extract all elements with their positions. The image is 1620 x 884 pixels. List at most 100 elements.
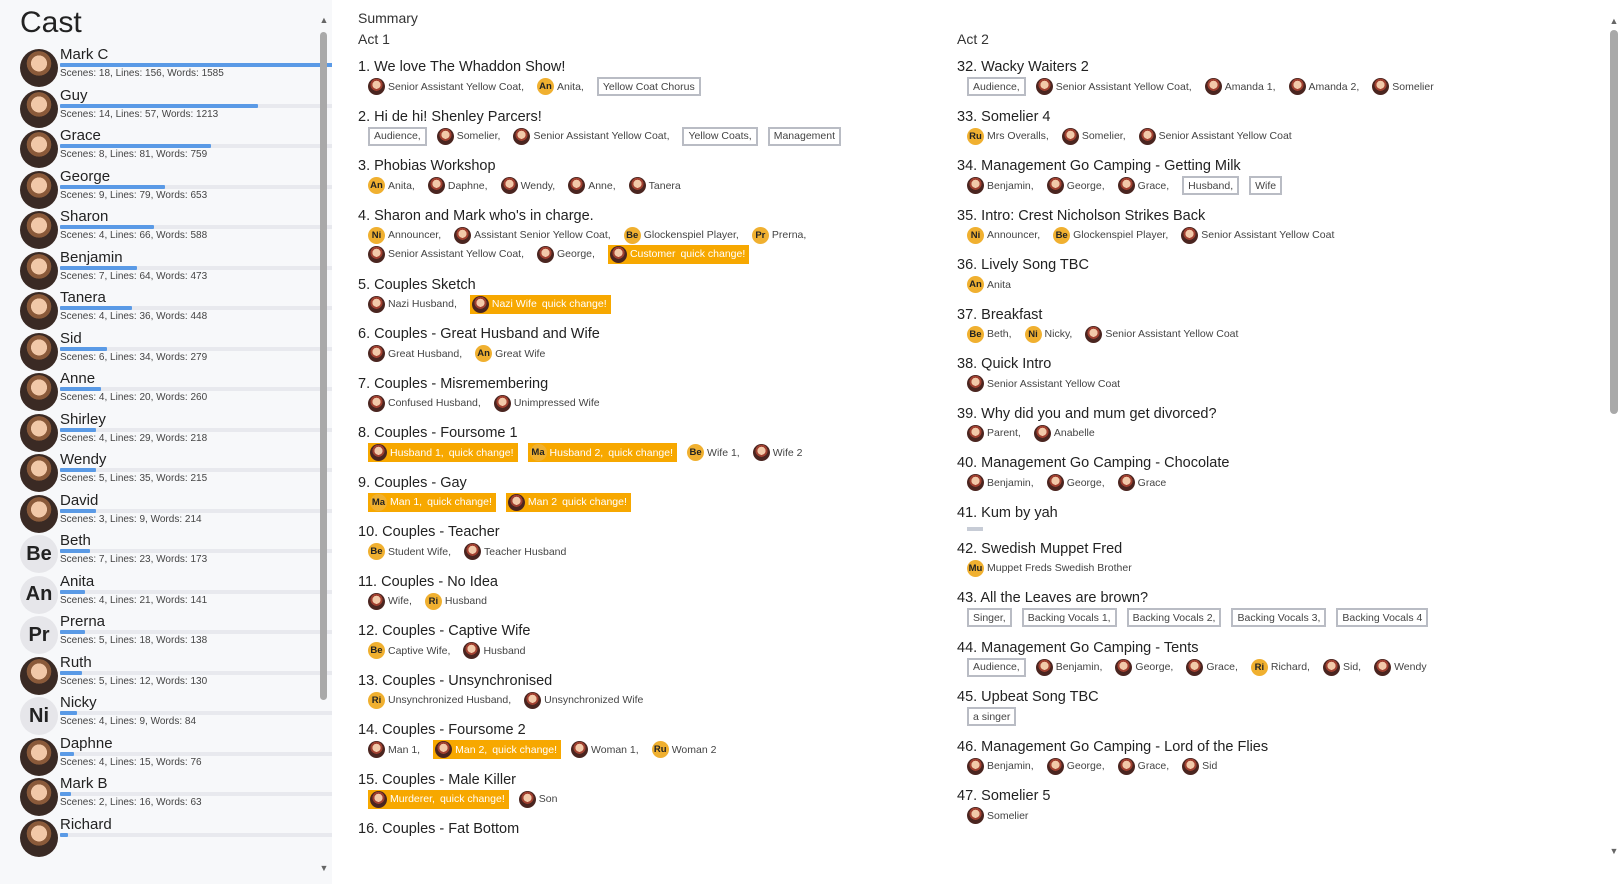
scene-title[interactable]: 5. Couples Sketch — [358, 277, 938, 293]
role-chip[interactable]: Ni Nicky, — [1024, 325, 1076, 344]
role-chip[interactable]: Mu Muppet Freds Swedish Brother — [967, 559, 1135, 578]
scene-title[interactable]: 33. Somelier 4 — [957, 109, 1537, 125]
role-chip[interactable]: Sid — [1182, 757, 1220, 776]
role-chip[interactable]: Amanda 1, — [1204, 77, 1279, 96]
cast-item[interactable]: Ruth Scenes: 5, Lines: 12, Words: 130 — [20, 654, 332, 696]
role-chip[interactable]: Unimpressed Wife — [493, 394, 603, 413]
role-chip[interactable]: Ni Announcer, — [368, 226, 444, 245]
role-chip[interactable]: Be Wife 1, — [687, 443, 743, 462]
role-chip[interactable]: Benjamin, — [967, 176, 1037, 195]
role-chip[interactable]: Ri Husband — [424, 592, 490, 611]
role-chip[interactable]: Ru Mrs Overalls, — [967, 127, 1052, 146]
scene-title[interactable]: 16. Couples - Fat Bottom — [358, 821, 938, 837]
role-chip[interactable]: Wife 2 — [752, 443, 806, 462]
role-chip[interactable]: Anne, — [568, 176, 618, 195]
role-chip[interactable]: Ri Unsynchronized Husband, — [368, 691, 514, 710]
scene-title[interactable]: 46. Management Go Camping - Lord of the … — [957, 739, 1537, 755]
role-chip[interactable]: Man 1, — [368, 740, 423, 759]
scene-title[interactable]: 34. Management Go Camping - Getting Milk — [957, 158, 1537, 174]
cast-item[interactable]: Anne Scenes: 4, Lines: 20, Words: 260 — [20, 370, 332, 412]
unassigned-role[interactable]: Husband, — [1182, 176, 1240, 195]
role-chip[interactable]: Ri Richard, — [1250, 658, 1313, 677]
unassigned-role[interactable]: Audience, — [967, 657, 1026, 677]
quick-change-role[interactable]: Murderer, quick change! — [368, 789, 509, 809]
cast-item[interactable]: Guy Scenes: 14, Lines: 57, Words: 1213 — [20, 87, 332, 129]
role-chip[interactable]: Anabelle — [1033, 424, 1098, 443]
unassigned-role[interactable]: Management — [767, 126, 842, 146]
unassigned-role[interactable]: Backing Vocals 2, — [1126, 608, 1222, 627]
scene-title[interactable]: 6. Couples - Great Husband and Wife — [358, 326, 938, 342]
quick-change-role[interactable]: Nazi Wife quick change! — [469, 294, 611, 314]
cast-item[interactable]: David Scenes: 3, Lines: 9, Words: 214 — [20, 492, 332, 534]
unassigned-role[interactable]: Yellow Coats, — [682, 126, 758, 146]
role-chip[interactable]: Be Glockenspiel Player, — [623, 226, 742, 245]
role-chip[interactable]: Senior Assistant Yellow Coat — [967, 374, 1123, 393]
role-chip[interactable]: Benjamin, — [967, 473, 1037, 492]
role-chip[interactable]: Senior Assistant Yellow Coat, — [513, 127, 672, 146]
role-chip[interactable]: Husband — [463, 641, 528, 660]
cast-item[interactable]: Be Beth Scenes: 7, Lines: 23, Words: 173 — [20, 532, 332, 574]
role-chip[interactable]: Be Glockenspiel Player, — [1053, 226, 1171, 245]
role-chip[interactable]: Confused Husband, — [368, 394, 484, 413]
role-chip[interactable]: George, — [1046, 176, 1108, 195]
role-chip[interactable]: Somelier, — [1061, 127, 1129, 146]
scroll-thumb[interactable] — [320, 32, 327, 700]
unassigned-role[interactable]: a singer — [967, 707, 1017, 726]
cast-item[interactable]: George Scenes: 9, Lines: 79, Words: 653 — [20, 168, 332, 210]
role-chip[interactable]: Ni Announcer, — [967, 226, 1043, 245]
scene-title[interactable]: 43. All the Leaves are brown? — [957, 590, 1537, 606]
role-chip[interactable]: Unsynchronized Wife — [524, 691, 646, 710]
role-chip[interactable]: Grace — [1117, 473, 1170, 492]
scene-title[interactable]: 1. We love The Whaddon Show! — [358, 59, 938, 75]
role-chip[interactable]: Somelier — [967, 806, 1031, 825]
cast-item[interactable]: Richard — [20, 816, 332, 858]
scene-title[interactable]: 7. Couples - Misremembering — [358, 376, 938, 392]
cast-item[interactable]: Pr Prerna Scenes: 5, Lines: 18, Words: 138 — [20, 613, 332, 655]
cast-item[interactable]: Sharon Scenes: 4, Lines: 66, Words: 588 — [20, 208, 332, 250]
scene-title[interactable]: 36. Lively Song TBC — [957, 257, 1537, 273]
role-chip[interactable]: Assistant Senior Yellow Coat, — [454, 226, 614, 245]
cast-item[interactable]: Ni Nicky Scenes: 4, Lines: 9, Words: 84 — [20, 694, 332, 736]
unassigned-role[interactable]: Backing Vocals 1, — [1021, 608, 1117, 627]
role-chip[interactable]: Daphne, — [427, 176, 491, 195]
role-chip[interactable]: Son — [518, 790, 561, 809]
role-chip[interactable]: Great Husband, — [368, 344, 465, 363]
cast-item[interactable]: An Anita Scenes: 4, Lines: 21, Words: 141 — [20, 573, 332, 615]
role-chip[interactable]: Senior Assistant Yellow Coat — [1181, 226, 1337, 245]
cast-item[interactable]: Tanera Scenes: 4, Lines: 36, Words: 448 — [20, 289, 332, 331]
role-chip[interactable]: Pr Prerna, — [751, 226, 809, 245]
role-chip[interactable]: Sid, — [1322, 658, 1364, 677]
scene-title[interactable]: 9. Couples - Gay — [358, 475, 938, 491]
role-chip[interactable]: Somelier, — [436, 127, 504, 146]
role-chip[interactable]: Ru Woman 2 — [651, 740, 720, 759]
scroll-thumb[interactable] — [1610, 30, 1618, 414]
scene-title[interactable]: 3. Phobias Workshop — [358, 158, 938, 174]
scene-title[interactable]: 10. Couples - Teacher — [358, 524, 938, 540]
role-chip[interactable]: Senior Assistant Yellow Coat, — [1035, 77, 1195, 96]
cast-item[interactable]: Wendy Scenes: 5, Lines: 35, Words: 215 — [20, 451, 332, 493]
role-chip[interactable]: An Anita — [967, 275, 1014, 294]
role-chip[interactable]: Teacher Husband — [464, 542, 569, 561]
role-chip[interactable]: Be Beth, — [967, 325, 1015, 344]
scene-title[interactable]: 41. Kum by yah — [957, 505, 1537, 521]
scroll-down-icon[interactable]: ▼ — [318, 862, 330, 874]
quick-change-role[interactable]: Husband 1, quick change! — [368, 443, 518, 462]
scene-title[interactable]: 8. Couples - Foursome 1 — [358, 425, 938, 441]
scene-title[interactable]: 12. Couples - Captive Wife — [358, 623, 938, 639]
scene-title[interactable]: 45. Upbeat Song TBC — [957, 689, 1537, 705]
scene-title[interactable]: 14. Couples - Foursome 2 — [358, 722, 938, 738]
scene-title[interactable]: 11. Couples - No Idea — [358, 574, 938, 590]
scene-title[interactable]: 15. Couples - Male Killer — [358, 772, 938, 788]
role-chip[interactable]: Be Student Wife, — [368, 542, 454, 561]
cast-item[interactable]: Grace Scenes: 8, Lines: 81, Words: 759 — [20, 127, 332, 169]
role-chip[interactable]: An Anita, — [368, 176, 418, 195]
role-chip[interactable]: Wendy, — [500, 176, 559, 195]
role-chip[interactable]: George, — [1046, 473, 1108, 492]
scroll-down-icon[interactable]: ▼ — [1608, 846, 1620, 856]
role-chip[interactable]: Be Captive Wife, — [368, 641, 453, 660]
role-chip[interactable]: Amanda 2, — [1288, 77, 1363, 96]
unassigned-role[interactable]: Wife — [1249, 176, 1283, 195]
cast-item[interactable]: Shirley Scenes: 4, Lines: 29, Words: 218 — [20, 411, 332, 453]
role-chip[interactable]: George, — [537, 245, 598, 264]
unassigned-role[interactable]: Audience, — [967, 77, 1026, 96]
